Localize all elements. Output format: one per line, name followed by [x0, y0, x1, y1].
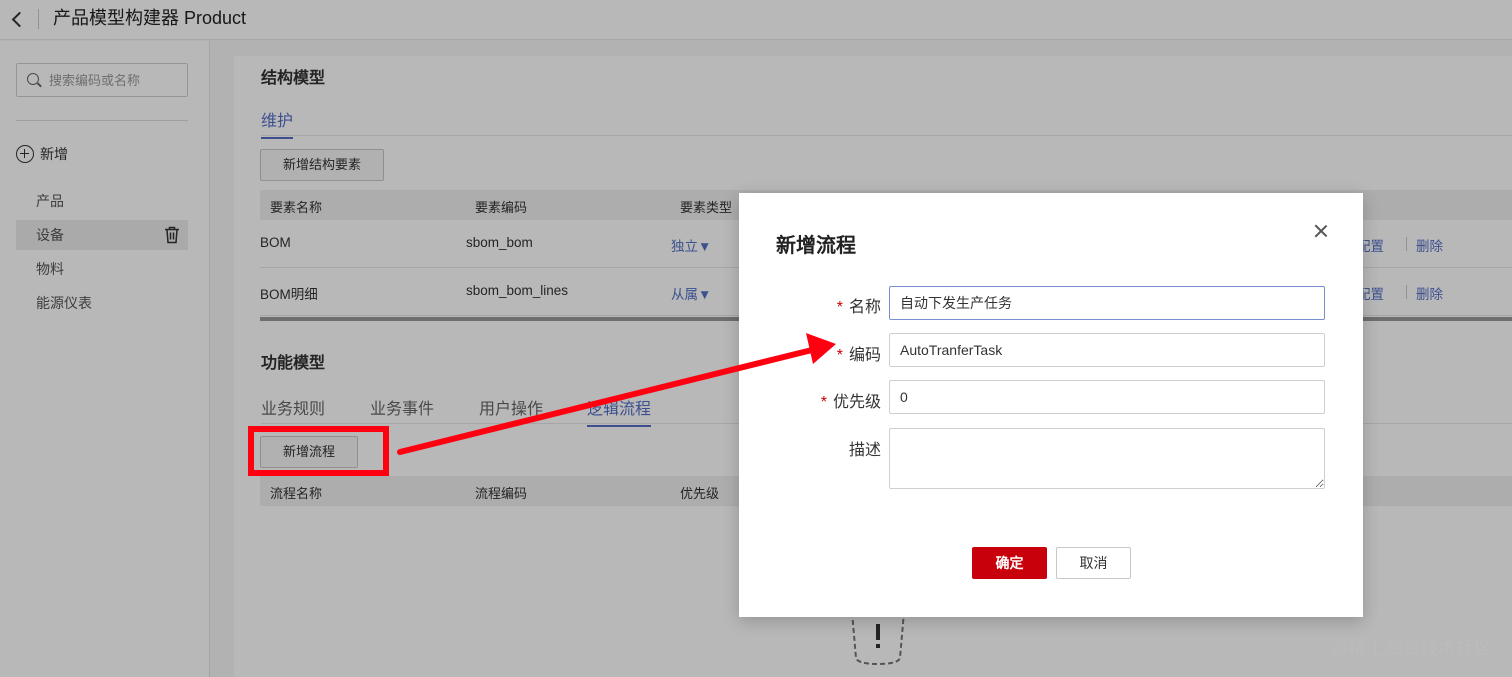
annotation-arrow: [397, 333, 836, 455]
watermark: @稀土掘金技术社区: [1330, 638, 1493, 658]
